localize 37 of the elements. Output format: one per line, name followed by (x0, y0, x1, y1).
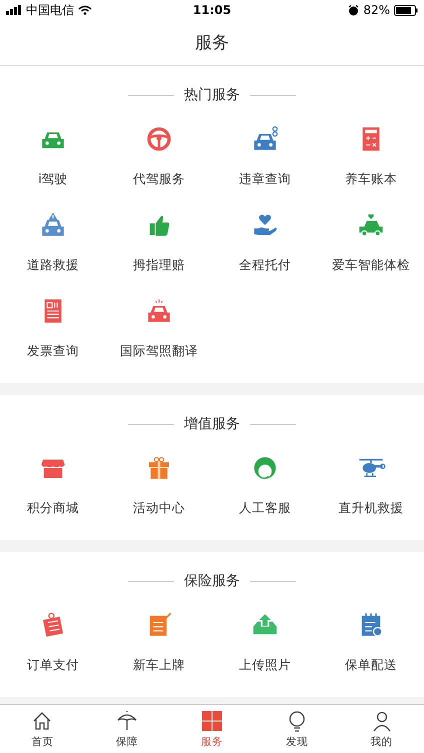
section-title: 增值服务 (184, 415, 240, 433)
service-item[interactable]: 保单配送 (318, 610, 424, 673)
page-title: 服务 (195, 32, 229, 54)
section-title: 保险服务 (184, 572, 240, 590)
tab-item[interactable]: 服务 (170, 705, 254, 753)
umbrella-icon (116, 710, 138, 732)
service-item[interactable]: 直升机救援 (318, 453, 424, 516)
service-item[interactable]: 发票查询 (0, 296, 106, 359)
service-item[interactable]: 代驾服务 (106, 124, 212, 187)
battery-icon (394, 4, 418, 16)
wifi-icon (78, 5, 92, 15)
service-item[interactable]: 养车账本 (318, 124, 424, 187)
tab-item[interactable]: 发现 (254, 705, 340, 753)
service-item[interactable]: 爱车智能体检 (318, 210, 424, 273)
service-item[interactable]: 道路救援 (0, 210, 106, 273)
service-item[interactable]: 上传照片 (212, 610, 318, 673)
service-item[interactable]: i驾驶 (0, 124, 106, 187)
service-item[interactable]: 拇指理赔 (106, 210, 212, 273)
alarm-icon (348, 4, 360, 16)
tab-item[interactable]: 首页 (0, 705, 85, 753)
carrier-name: 中国电信 (26, 2, 74, 18)
grid-icon (200, 710, 223, 732)
tab-item[interactable]: 保障 (84, 705, 170, 753)
service-item[interactable]: 国际驾照翻译 (106, 296, 212, 359)
signal-icon (6, 5, 22, 15)
battery-percent: 82% (363, 3, 390, 17)
service-item[interactable]: 新车上牌 (106, 610, 212, 673)
service-item[interactable]: 活动中心 (106, 453, 212, 516)
service-item[interactable]: 违章查询 (212, 124, 318, 187)
clock-time: 11:05 (192, 3, 232, 17)
service-item[interactable]: 全程托付 (212, 210, 318, 273)
service-item[interactable]: 订单支付 (0, 610, 106, 673)
person-icon (370, 710, 393, 732)
section-title: 热门服务 (184, 86, 240, 104)
service-item[interactable]: 积分商城 (0, 453, 106, 516)
service-item[interactable]: 人工客服 (212, 453, 318, 516)
tab-item[interactable]: 我的 (339, 705, 424, 753)
